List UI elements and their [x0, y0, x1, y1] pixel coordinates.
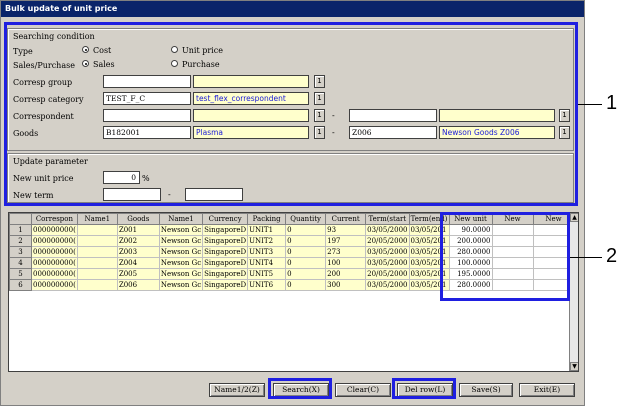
grid-cell: 200 [325, 268, 367, 280]
grid-cell [76, 268, 118, 280]
grid-cell: SingaporeD [202, 257, 249, 269]
grid-cell: Z001 [116, 224, 160, 236]
grid-cell: Newson Gc [158, 268, 204, 280]
grid-header-cell[interactable]: Name1 [158, 213, 204, 225]
grid-cell: Z004 [116, 257, 160, 269]
grid-cell: 0 [285, 268, 327, 280]
grid-cell: 03/05/2000 [365, 246, 410, 258]
grid-cell: UNIT4 [247, 257, 287, 269]
grid-cell: Z002 [116, 235, 160, 247]
callout-line-1 [578, 104, 602, 105]
scroll-up-icon[interactable]: ▲ [570, 213, 578, 222]
grid-cell: Newson Gc [158, 257, 204, 269]
grid-header-cell[interactable]: Quantity [285, 213, 327, 225]
grid-cell: Z005 [116, 268, 160, 280]
row-number-cell: 6 [9, 279, 32, 291]
grid-cell: UNIT5 [247, 268, 287, 280]
grid-cell: 0 [285, 224, 327, 236]
callout-line-2 [570, 257, 602, 258]
search-highlight-box [4, 22, 578, 206]
grid-cell: 000000000( [31, 268, 78, 280]
grid-cell: 03/05/2000 [365, 224, 410, 236]
grid-cell [76, 246, 118, 258]
grid-cell: 03/05/2000 [365, 279, 410, 291]
grid-cell: Newson Gc [158, 235, 204, 247]
grid-cell [76, 279, 118, 291]
row-number-cell: 2 [9, 235, 32, 247]
window-title: Bulk update of unit price [1, 1, 584, 17]
grid-cell [76, 235, 118, 247]
grid-header-cell[interactable]: Packing [247, 213, 287, 225]
grid-header-cell[interactable]: Goods [116, 213, 160, 225]
grid-cell: SingaporeD [202, 279, 249, 291]
save-button[interactable]: Save(S) [459, 383, 513, 397]
grid-vertical-scrollbar[interactable]: ▲ ▼ [569, 213, 578, 371]
delrow-button-highlight-box [392, 378, 456, 399]
grid-cell: 000000000( [31, 235, 78, 247]
grid-cell: SingaporeD [202, 235, 249, 247]
new-price-column-highlight-box [440, 212, 570, 301]
name-toggle-button[interactable]: Name1/2(Z) [209, 383, 265, 397]
grid-cell: 03/05/2000 [365, 257, 410, 269]
row-number-cell: 3 [9, 246, 32, 258]
grid-cell: 000000000( [31, 279, 78, 291]
grid-header-cell[interactable]: Currency [202, 213, 249, 225]
grid-cell: 100 [325, 257, 367, 269]
grid-header-cell[interactable]: Name1 [76, 213, 118, 225]
grid-cell: SingaporeD [202, 224, 249, 236]
exit-button[interactable]: Exit(E) [519, 383, 575, 397]
grid-cell: 273 [325, 246, 367, 258]
grid-cell: 20/05/2000 [365, 235, 410, 247]
grid-cell: Newson Gc [158, 224, 204, 236]
grid-cell: 0 [285, 235, 327, 247]
clear-button[interactable]: Clear(C) [335, 383, 391, 397]
row-number-cell: 1 [9, 224, 32, 236]
grid-cell: SingaporeD [202, 246, 249, 258]
grid-cell: 0 [285, 246, 327, 258]
grid-cell: Z006 [116, 279, 160, 291]
grid-cell: 93 [325, 224, 367, 236]
grid-cell: 20/05/2000 [365, 268, 410, 280]
grid-header-cell[interactable]: Term(start [365, 213, 410, 225]
grid-cell: 0 [285, 257, 327, 269]
grid-cell: SingaporeD [202, 268, 249, 280]
grid-cell: 000000000( [31, 224, 78, 236]
scroll-down-icon[interactable]: ▼ [570, 362, 578, 371]
grid-cell: 300 [325, 279, 367, 291]
grid-cell: UNIT1 [247, 224, 287, 236]
row-number-cell: 4 [9, 257, 32, 269]
grid-cell: 197 [325, 235, 367, 247]
grid-header-cell[interactable]: Correspon [31, 213, 78, 225]
grid-cell [76, 224, 118, 236]
grid-cell: Newson Gc [158, 279, 204, 291]
grid-cell: Newson Gc [158, 246, 204, 258]
callout-number-1: 1 [606, 92, 618, 114]
grid-header-cell[interactable]: Current [325, 213, 367, 225]
grid-cell: Z003 [116, 246, 160, 258]
callout-number-2: 2 [606, 245, 618, 267]
grid-cell: 000000000( [31, 246, 78, 258]
grid-cell: 0 [285, 279, 327, 291]
grid-cell: UNIT2 [247, 235, 287, 247]
row-number-cell: 5 [9, 268, 32, 280]
grid-cell: 000000000( [31, 257, 78, 269]
search-button-highlight-box [268, 378, 332, 399]
grid-header-cell[interactable] [9, 213, 32, 225]
grid-cell [76, 257, 118, 269]
grid-cell: UNIT3 [247, 246, 287, 258]
grid-cell: UNIT6 [247, 279, 287, 291]
